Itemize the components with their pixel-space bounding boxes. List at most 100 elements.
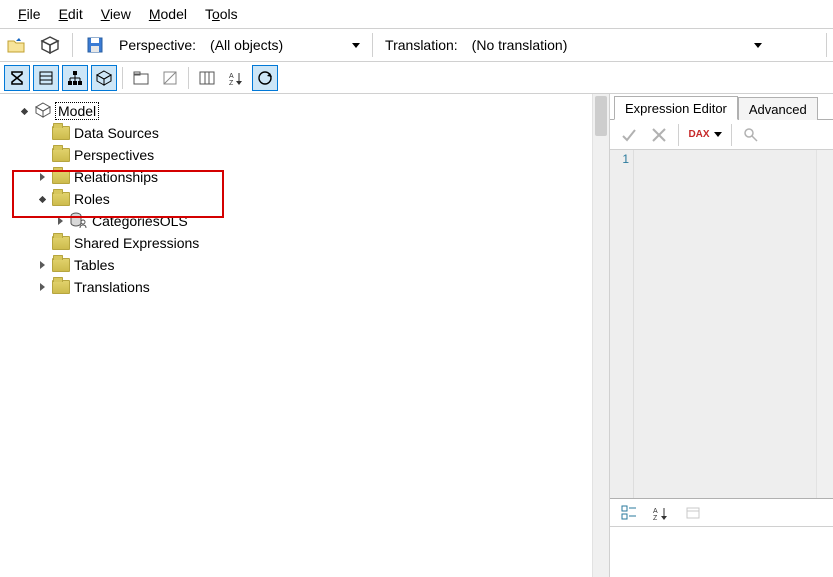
role-icon [70, 212, 88, 231]
right-panel: Expression Editor Advanced DAX 1 [610, 94, 833, 577]
separator [731, 124, 732, 146]
translation-label: Translation: [385, 37, 458, 53]
search-icon[interactable] [738, 122, 764, 148]
expander-right-icon[interactable] [36, 281, 48, 293]
tree-item-label: Shared Expressions [74, 235, 199, 251]
perspective-value: (All objects) [210, 37, 283, 53]
tree-item-perspectives[interactable]: Perspectives [36, 144, 605, 166]
tree-item-label: Perspectives [74, 147, 154, 163]
expander-right-icon[interactable] [54, 215, 66, 227]
folder-icon [52, 280, 70, 294]
expression-toolbar: DAX [610, 120, 833, 150]
translation-combo[interactable]: (No translation) [466, 33, 766, 57]
tree-item-label: CategoriesOLS [92, 213, 188, 229]
tab-expression-editor[interactable]: Expression Editor [614, 96, 738, 120]
view-toolbar: AZ [0, 62, 833, 94]
tree-item-tables[interactable]: Tables [36, 254, 605, 276]
columns3-icon[interactable] [194, 65, 220, 91]
dax-label: DAX [688, 129, 709, 140]
editor-content[interactable] [634, 150, 833, 498]
editor-gutter: 1 [610, 150, 634, 498]
expander-empty [36, 237, 48, 249]
sigma-icon[interactable] [4, 65, 30, 91]
tree-item-label: Tables [74, 257, 114, 273]
svg-text:A: A [653, 508, 658, 515]
categorized-view-icon[interactable] [616, 500, 642, 526]
menu-tools[interactable]: Tools [205, 6, 238, 22]
selector-toolbar: Perspective: (All objects) Translation: … [0, 28, 833, 62]
expander-empty [36, 149, 48, 161]
cube-icon [34, 101, 52, 122]
model-tree[interactable]: Model Data Sources Perspectives [4, 100, 605, 298]
tree-item-translations[interactable]: Translations [36, 276, 605, 298]
dax-mode-button[interactable]: DAX [685, 122, 725, 148]
expression-editor-area[interactable]: 1 [610, 150, 833, 499]
svg-text:A: A [229, 73, 234, 80]
perspective-label: Perspective: [119, 37, 196, 53]
tree-item-relationships[interactable]: Relationships [36, 166, 605, 188]
gutter-line-1: 1 [610, 152, 629, 166]
chevron-down-icon [714, 132, 722, 137]
accept-icon[interactable] [616, 122, 642, 148]
editor-scrollbar[interactable] [816, 150, 833, 498]
main-area: Model Data Sources Perspectives [0, 94, 833, 577]
cancel-icon[interactable] [646, 122, 672, 148]
deploy-icon[interactable] [36, 32, 64, 58]
svg-text:Z: Z [653, 515, 658, 521]
tree-item-label: Data Sources [74, 125, 159, 141]
tree-item-data-sources[interactable]: Data Sources [36, 122, 605, 144]
folder-icon [52, 192, 70, 206]
chevron-down-icon [754, 43, 762, 48]
translation-value: (No translation) [472, 37, 568, 53]
property-toolbar: AZ [610, 499, 833, 527]
hidden-view-icon[interactable] [157, 65, 183, 91]
tree-root-model[interactable]: Model [18, 100, 605, 122]
separator [372, 33, 373, 57]
perspective-combo[interactable]: (All objects) [204, 33, 364, 57]
folder-icon [52, 258, 70, 272]
tree-item-roles[interactable]: Roles [36, 188, 605, 210]
open-file-icon[interactable] [2, 32, 30, 58]
right-tabs: Expression Editor Advanced [610, 94, 833, 120]
property-grid[interactable] [610, 527, 833, 577]
separator [122, 67, 123, 89]
sort-az-icon[interactable]: AZ [223, 65, 249, 91]
tree-item-label: Translations [74, 279, 150, 295]
menu-file[interactable]: File [18, 6, 41, 22]
property-pages-icon[interactable] [680, 500, 706, 526]
menu-edit[interactable]: Edit [59, 6, 83, 22]
tree-item-categoriesols[interactable]: CategoriesOLS [54, 210, 605, 232]
folder-view-icon[interactable] [128, 65, 154, 91]
tree-root-label: Model [56, 103, 98, 119]
refresh-icon[interactable] [252, 65, 278, 91]
tree-item-label: Roles [74, 191, 110, 207]
expander-down-icon[interactable] [18, 105, 30, 117]
expander-empty [36, 127, 48, 139]
expander-down-icon[interactable] [36, 193, 48, 205]
tab-advanced[interactable]: Advanced [738, 97, 818, 120]
tree-item-shared-expressions[interactable]: Shared Expressions [36, 232, 605, 254]
columns-icon[interactable] [33, 65, 59, 91]
tree-pane: Model Data Sources Perspectives [0, 94, 610, 577]
svg-text:Z: Z [229, 80, 234, 86]
menubar: File Edit View Model Tools [0, 0, 833, 28]
folder-icon [52, 126, 70, 140]
tree-scrollbar[interactable] [592, 94, 609, 577]
menu-view[interactable]: View [101, 6, 131, 22]
separator [72, 33, 73, 57]
cube-small-icon[interactable] [91, 65, 117, 91]
folder-icon [52, 148, 70, 162]
separator [678, 124, 679, 146]
folder-icon [52, 236, 70, 250]
alpha-sort-icon[interactable]: AZ [648, 500, 674, 526]
separator [188, 67, 189, 89]
expander-right-icon[interactable] [36, 171, 48, 183]
folder-icon [52, 170, 70, 184]
chevron-down-icon [352, 43, 360, 48]
tree-item-label: Relationships [74, 169, 158, 185]
expander-right-icon[interactable] [36, 259, 48, 271]
menu-model[interactable]: Model [149, 6, 187, 22]
save-icon[interactable] [81, 32, 109, 58]
separator [826, 33, 827, 57]
hierarchy-icon[interactable] [62, 65, 88, 91]
